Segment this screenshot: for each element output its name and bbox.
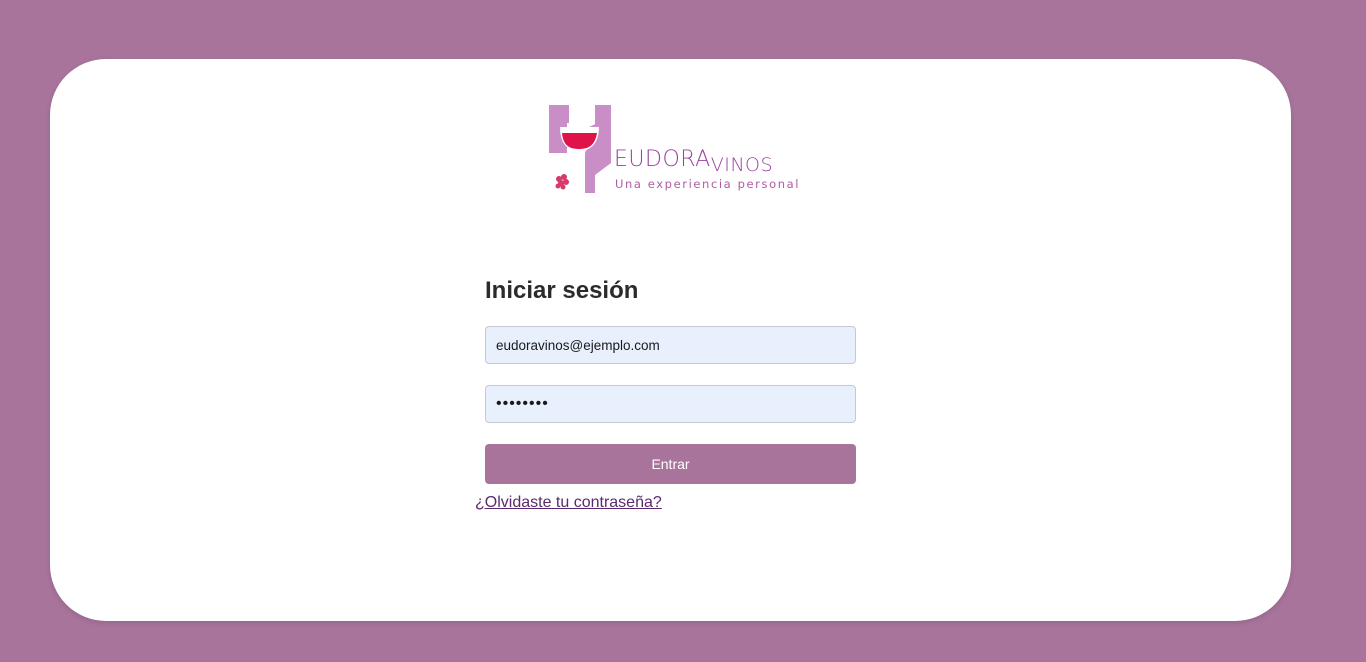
brand-name-part2: VINOS	[710, 154, 774, 176]
grapes-icon	[555, 174, 569, 190]
forgot-password-link[interactable]: ¿Olvidaste tu contraseña?	[475, 494, 662, 512]
login-form: Iniciar sesión Entrar	[485, 274, 856, 484]
brand-name: EUDORAVINOS	[614, 147, 773, 176]
email-field[interactable]	[485, 326, 856, 364]
brand-tagline: Una experiencia personal	[615, 177, 801, 191]
submit-button[interactable]: Entrar	[485, 444, 856, 484]
password-field[interactable]	[485, 385, 856, 423]
brand-logo: EUDORAVINOS Una experiencia personal	[547, 103, 801, 195]
brand-name-part1: EUDORA	[614, 147, 711, 172]
page-title: Iniciar sesión	[485, 277, 639, 304]
